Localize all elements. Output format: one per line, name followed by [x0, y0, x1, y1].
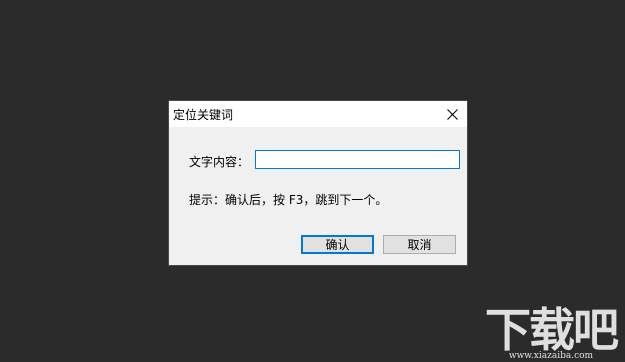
text-content-label: 文字内容： — [189, 155, 250, 169]
close-button[interactable] — [437, 101, 467, 127]
watermark-main: 下载吧 — [485, 303, 619, 357]
dialog-titlebar: 定位关键词 — [169, 101, 467, 127]
hint-text: 提示：确认后，按 F3，跳到下一个。 — [189, 193, 388, 207]
find-keyword-dialog: 定位关键词 文字内容： 提示：确认后，按 F3，跳到下一个。 确认 取消 — [169, 101, 467, 265]
dialog-title: 定位关键词 — [173, 108, 234, 122]
text-content-input[interactable] — [255, 150, 460, 169]
confirm-button[interactable]: 确认 — [301, 235, 374, 254]
close-icon — [446, 108, 458, 120]
cancel-button[interactable]: 取消 — [383, 235, 456, 254]
watermark-logo: 下载吧 www.xiazaiba.com — [485, 303, 619, 362]
